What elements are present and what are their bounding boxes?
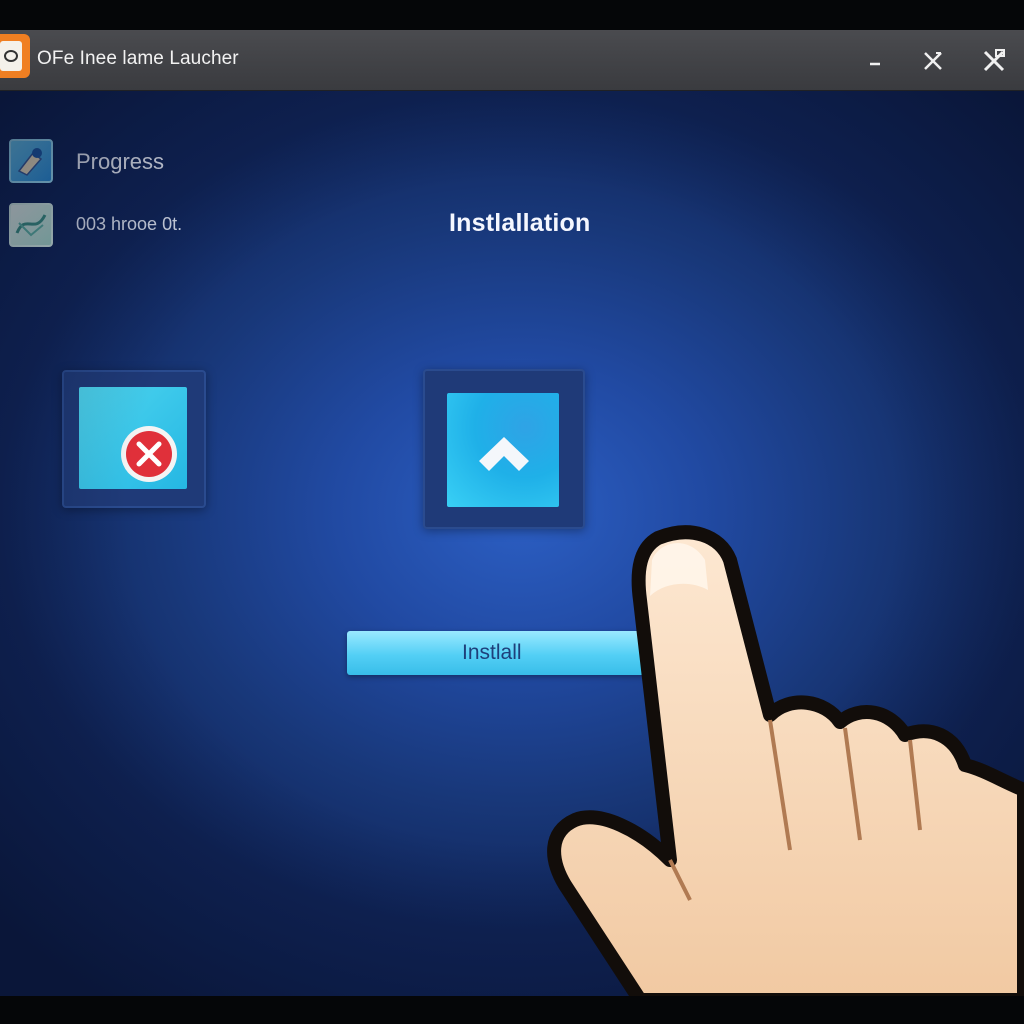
install-tile[interactable]: [423, 369, 585, 529]
cancel-tile-face: [79, 387, 187, 489]
launcher-content: Progress 003 hrooe 0t. Instlallation Ins…: [0, 91, 1024, 996]
top-bezel: [0, 0, 1024, 30]
minimize-button[interactable]: [861, 46, 891, 76]
close-icon: [983, 49, 1005, 72]
status-icon[interactable]: [9, 203, 53, 247]
progress-icon[interactable]: [9, 139, 53, 183]
install-tile-face: [447, 393, 559, 507]
bottom-bezel: [0, 996, 1024, 1024]
restore-icon: [924, 52, 942, 70]
cancel-x-icon: [121, 426, 177, 482]
sidebar-item-status[interactable]: 003 hrooe 0t.: [76, 214, 182, 235]
window-title: OFe Inee lame Laucher: [37, 48, 239, 69]
cancel-tile[interactable]: [62, 370, 206, 508]
install-button[interactable]: Instlall: [347, 631, 647, 675]
close-button[interactable]: [979, 46, 1009, 76]
arrow-up-icon: [479, 437, 529, 471]
minimize-icon: [870, 62, 880, 66]
sidebar-item-progress[interactable]: Progress: [76, 149, 164, 175]
restore-button[interactable]: [918, 46, 948, 76]
title-bar: OFe Inee lame Laucher: [0, 30, 1024, 91]
app-logo-icon: [0, 34, 30, 78]
page-title: Instlallation: [449, 209, 591, 237]
